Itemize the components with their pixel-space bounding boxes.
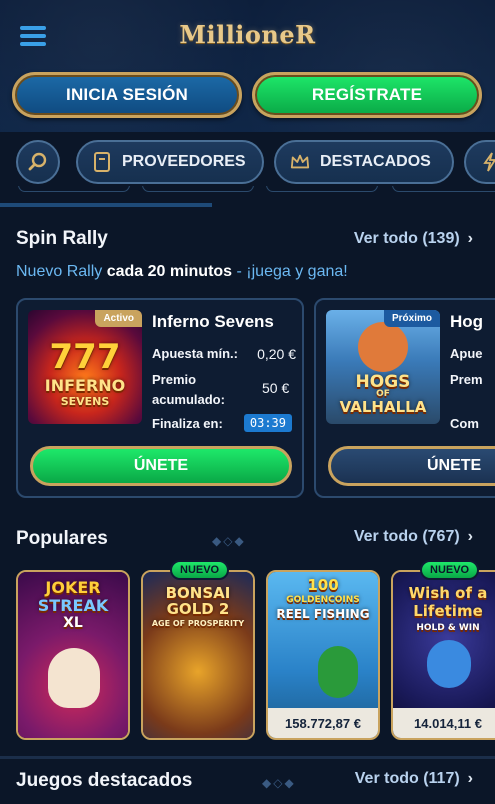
crown-icon bbox=[290, 152, 310, 172]
art-line2: GOLDENCOINS bbox=[286, 595, 360, 605]
divider-ornament: ◆◇◆ bbox=[212, 534, 246, 548]
genie bbox=[427, 640, 471, 688]
art-line3: AGE OF PROSPERITY bbox=[151, 619, 245, 628]
join-button[interactable]: ÚNETE bbox=[30, 446, 292, 486]
populares-see-all-label: Ver todo (767) bbox=[353, 528, 460, 545]
section-separator bbox=[0, 756, 495, 759]
category-filter-bar: PROVEEDORES DESTACADOS bbox=[0, 132, 495, 194]
art-line3: XL bbox=[63, 615, 83, 631]
art-line2: STREAK bbox=[37, 596, 109, 615]
game-thumbnail[interactable]: 777 INFERNO SEVENS Activo bbox=[28, 310, 142, 424]
art-line1: JOKER bbox=[45, 578, 101, 597]
chevron-right-icon: › bbox=[467, 528, 473, 545]
art-line1: BONSAI bbox=[165, 584, 231, 602]
min-bet-label: Apuesta mín.: bbox=[152, 346, 238, 361]
search-button[interactable] bbox=[16, 140, 60, 184]
lightning-icon bbox=[480, 152, 495, 172]
min-bet-row: Apue bbox=[450, 346, 495, 361]
join-button[interactable]: ÚNETE bbox=[328, 446, 495, 486]
starts-label: Com bbox=[450, 416, 479, 431]
spin-rally-title: Spin Rally bbox=[16, 228, 108, 249]
viking-face bbox=[358, 322, 408, 372]
chevron-right-icon: › bbox=[467, 230, 473, 247]
art-line3: VALHALLA bbox=[339, 398, 427, 416]
min-bet-label: Apue bbox=[450, 346, 483, 361]
featured-games-title: Juegos destacados bbox=[16, 770, 193, 791]
fisherman bbox=[318, 646, 358, 698]
spin-rally-tagline: Nuevo Rally cada 20 minutos - ¡juega y g… bbox=[16, 263, 348, 281]
game-name: Hog bbox=[450, 312, 484, 331]
tagline-suffix: - ¡juega y gana! bbox=[232, 263, 348, 280]
featured-see-all-label: Ver todo (117) bbox=[354, 770, 460, 787]
prize-label: Prem bbox=[450, 372, 483, 387]
game-thumbnail[interactable]: HOGS OF VALHALLA Próximo bbox=[326, 310, 440, 424]
jackpot-amount: 14.014,11 € bbox=[393, 708, 495, 738]
game-name: Inferno Sevens bbox=[152, 312, 274, 331]
game-card[interactable]: JOKER STREAK XL bbox=[16, 570, 130, 740]
populares-see-all[interactable]: Ver todo (767) › bbox=[354, 528, 473, 546]
featured-chip[interactable]: DESTACADOS bbox=[274, 140, 454, 184]
status-badge: Activo bbox=[95, 310, 142, 327]
tagline-bold: cada 20 minutos bbox=[106, 263, 233, 280]
providers-chip[interactable]: PROVEEDORES bbox=[76, 140, 264, 184]
status-badge: Próximo bbox=[383, 310, 440, 327]
game-art: BONSAI GOLD 2 AGE OF PROSPERITY bbox=[143, 572, 253, 738]
join-label: ÚNETE bbox=[427, 457, 482, 474]
tagline-prefix: Nuevo Rally bbox=[16, 263, 107, 280]
art-line3: HOLD & WIN bbox=[416, 623, 480, 633]
game-card[interactable]: BONSAI GOLD 2 AGE OF PROSPERITY bbox=[141, 570, 255, 740]
new-badge: NUEVO bbox=[420, 560, 480, 580]
game-card[interactable]: Wish of a Lifetime HOLD & WIN 14.014,11 … bbox=[391, 570, 495, 740]
prize-row: Premio acumulado: bbox=[152, 370, 248, 410]
featured-label: DESTACADOS bbox=[320, 153, 431, 170]
divider-ornament: ◆◇◆ bbox=[262, 776, 296, 790]
min-bet-row: Apuesta mín.: 0,20 € bbox=[152, 346, 296, 362]
search-icon bbox=[28, 152, 47, 171]
art-line2: Lifetime bbox=[413, 602, 483, 620]
rally-card[interactable]: 777 INFERNO SEVENS Activo Inferno Sevens… bbox=[16, 298, 304, 498]
register-button[interactable]: REGÍSTRATE bbox=[252, 72, 482, 118]
game-card[interactable]: 100 GOLDENCOINS REEL FISHING 158.772,87 … bbox=[266, 570, 380, 740]
jackpot-amount: 158.772,87 € bbox=[268, 708, 378, 738]
spin-rally-see-all-label: Ver todo (139) bbox=[353, 230, 460, 247]
featured-see-all[interactable]: Ver todo (117) › bbox=[355, 770, 473, 788]
site-header: MillioneR INICIA SESIÓN REGÍSTRATE bbox=[0, 0, 495, 132]
ends-label: Finaliza en: bbox=[152, 416, 223, 431]
scrolled-tabs-edge bbox=[0, 186, 495, 200]
chevron-right-icon: › bbox=[467, 770, 473, 787]
login-button[interactable]: INICIA SESIÓN bbox=[12, 72, 242, 118]
new-badge: NUEVO bbox=[170, 560, 230, 580]
spin-rally-see-all[interactable]: Ver todo (139) › bbox=[354, 230, 473, 248]
rally-card[interactable]: HOGS OF VALHALLA Próximo Hog Apue Prem C… bbox=[314, 298, 495, 498]
populares-title: Populares bbox=[16, 528, 108, 549]
art-line2: INFERNO bbox=[44, 376, 126, 395]
lightning-chip[interactable] bbox=[464, 140, 495, 184]
min-bet-value: 0,20 € bbox=[257, 346, 296, 362]
art-line3: REEL FISHING bbox=[276, 607, 370, 621]
site-logo[interactable]: MillioneR bbox=[0, 20, 495, 49]
prize-label: Premio acumulado: bbox=[152, 372, 225, 407]
art-line1: Wish of a bbox=[408, 584, 488, 602]
art-line3: SEVENS bbox=[60, 395, 110, 408]
scroll-progress-bar bbox=[0, 203, 212, 207]
art-line2: GOLD 2 bbox=[166, 600, 230, 618]
providers-label: PROVEEDORES bbox=[122, 153, 246, 170]
prize-value: 50 € bbox=[262, 380, 290, 396]
book-icon bbox=[92, 152, 112, 172]
art-line1: 777 bbox=[49, 337, 121, 377]
countdown-timer: 03:39 bbox=[243, 414, 292, 432]
art-line1: 100 bbox=[307, 576, 339, 594]
starts-row: Com bbox=[450, 416, 495, 431]
jester-face bbox=[48, 648, 100, 708]
prize-row: Prem bbox=[450, 372, 495, 387]
auth-buttons: INICIA SESIÓN REGÍSTRATE bbox=[12, 72, 482, 120]
game-art: JOKER STREAK XL bbox=[18, 572, 128, 738]
